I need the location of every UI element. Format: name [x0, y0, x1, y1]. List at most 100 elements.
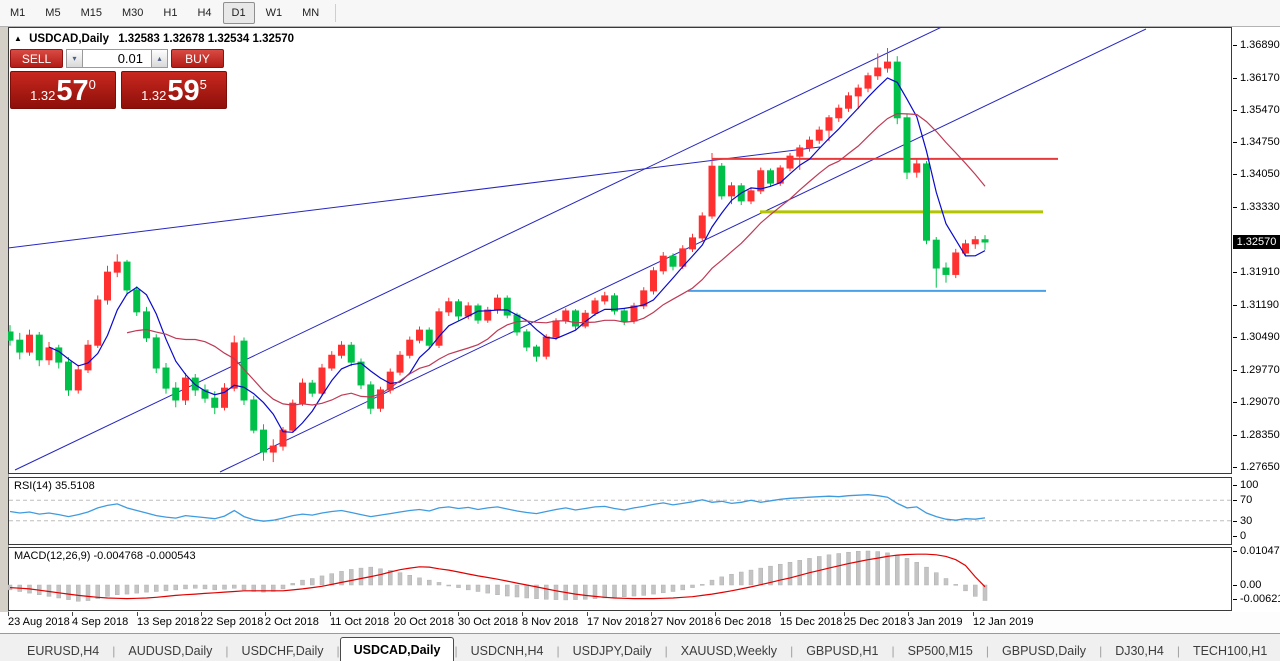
tab-audusd-daily[interactable]: AUDUSD,Daily	[115, 640, 225, 661]
macd-histogram-bar	[642, 585, 646, 595]
bear-candle	[524, 332, 530, 347]
timeframe-button-m1[interactable]: M1	[1, 2, 34, 24]
macd-histogram-bar	[301, 580, 305, 585]
date-label: 12 Jan 2019	[973, 616, 1034, 628]
tab-eurusd-h4[interactable]: EURUSD,H4	[14, 640, 112, 661]
sell-button[interactable]: SELL	[10, 49, 63, 68]
macd-histogram-bar	[349, 569, 353, 585]
macd-histogram-bar	[856, 551, 860, 585]
bull-candle	[417, 330, 423, 340]
bull-candle	[75, 370, 81, 390]
bear-candle	[719, 166, 725, 196]
date-label: 30 Oct 2018	[458, 616, 518, 628]
tab-gbpusd-daily[interactable]: GBPUSD,Daily	[989, 640, 1099, 661]
timeframe-button-h4[interactable]: H4	[188, 2, 220, 24]
bear-candle	[212, 398, 218, 407]
timeframe-toolbar: M1M5M15M30H1H4D1W1MN	[0, 0, 1280, 27]
macd-axis-label: 0.010474	[1240, 545, 1280, 557]
buy-button[interactable]: BUY	[171, 49, 224, 68]
buy-price-panel[interactable]: 1.32 59 5	[121, 71, 227, 109]
tab-gbpusd-h1[interactable]: GBPUSD,H1	[793, 640, 891, 661]
macd-histogram-bar	[437, 582, 441, 585]
volume-decrease-button[interactable]: ▾	[66, 49, 83, 68]
macd-histogram-bar	[944, 579, 948, 585]
macd-histogram-bar	[886, 553, 890, 585]
axis-tick	[1233, 174, 1237, 175]
macd-histogram-bar	[720, 577, 724, 585]
axis-tick	[1233, 435, 1237, 436]
axis-tick	[1233, 337, 1237, 338]
bull-candle	[553, 321, 559, 337]
collapse-arrow-icon[interactable]: ▲	[14, 34, 22, 43]
bull-candle	[729, 186, 735, 196]
tab-usdjpy-daily[interactable]: USDJPY,Daily	[560, 640, 665, 661]
sell-price-panel[interactable]: 1.32 57 0	[10, 71, 116, 109]
date-label: 13 Sep 2018	[137, 616, 199, 628]
macd-histogram-bar	[379, 569, 383, 585]
macd-histogram-bar	[223, 585, 227, 589]
bull-candle	[436, 312, 442, 345]
timeframe-button-h1[interactable]: H1	[154, 2, 186, 24]
macd-histogram-bar	[895, 555, 899, 585]
macd-histogram-bar	[184, 585, 188, 589]
date-label: 8 Nov 2018	[522, 616, 578, 628]
date-label: 11 Oct 2018	[330, 616, 389, 628]
bull-candle	[855, 88, 861, 96]
macd-histogram-bar	[213, 585, 217, 590]
date-label: 25 Dec 2018	[844, 616, 906, 628]
volume-increase-button[interactable]: ▴	[151, 49, 168, 68]
timeframe-button-w1[interactable]: W1	[257, 2, 292, 24]
tab-xauusd-weekly[interactable]: XAUUSD,Weekly	[668, 640, 790, 661]
axis-tick	[1233, 521, 1237, 522]
bear-candle	[173, 388, 179, 400]
axis-tick	[1233, 305, 1237, 306]
bear-candle	[534, 347, 540, 356]
bull-candle	[339, 345, 345, 355]
macd-histogram-bar	[145, 585, 149, 592]
bear-candle	[241, 341, 247, 400]
bull-candle	[797, 148, 803, 156]
bear-candle	[153, 338, 159, 368]
timeframe-button-mn[interactable]: MN	[293, 2, 328, 24]
macd-histogram-bar	[554, 585, 558, 600]
tab-dj30-h4[interactable]: DJ30,H4	[1102, 640, 1177, 661]
macd-histogram-bar	[700, 584, 704, 585]
bear-candle	[144, 312, 150, 338]
macd-histogram-bar	[847, 552, 851, 585]
timeframe-button-m15[interactable]: M15	[72, 2, 111, 24]
date-label: 4 Sep 2018	[72, 616, 128, 628]
timeframe-button-m5[interactable]: M5	[36, 2, 69, 24]
tab-usdcad-daily[interactable]: USDCAD,Daily	[340, 637, 455, 661]
bull-candle	[270, 446, 276, 452]
bull-candle	[231, 343, 237, 388]
tab-usdcnh-h4[interactable]: USDCNH,H4	[458, 640, 557, 661]
volume-input[interactable]: 0.01	[83, 49, 151, 68]
macd-histogram-bar	[934, 573, 938, 585]
bear-candle	[251, 400, 257, 430]
bear-candle	[134, 290, 140, 312]
rsi-indicator-chart[interactable]	[8, 477, 1232, 545]
macd-histogram-bar	[691, 585, 695, 588]
tab-tech100-h1[interactable]: TECH100,H1	[1180, 640, 1280, 661]
axis-tick	[1233, 272, 1237, 273]
tab-usdchf-daily[interactable]: USDCHF,Daily	[229, 640, 337, 661]
bull-candle	[807, 140, 813, 148]
price-axis-label: 1.34050	[1240, 168, 1280, 180]
axis-tick	[1233, 551, 1237, 552]
macd-histogram-bar	[408, 575, 412, 585]
price-axis: 1.368901.361701.354701.347501.340501.333…	[1232, 27, 1280, 632]
bear-candle	[573, 311, 579, 326]
bull-candle	[592, 301, 598, 313]
macd-histogram-bar	[398, 573, 402, 585]
bear-candle	[943, 268, 949, 274]
timeframe-button-m30[interactable]: M30	[113, 2, 152, 24]
tab-sp500-m15[interactable]: SP500,M15	[895, 640, 986, 661]
macd-histogram-bar	[427, 580, 431, 585]
axis-tick	[1233, 402, 1237, 403]
bull-candle	[543, 337, 549, 356]
macd-histogram-bar	[310, 579, 314, 585]
timeframe-button-d1[interactable]: D1	[223, 2, 255, 24]
date-label: 20 Oct 2018	[394, 616, 454, 628]
macd-histogram-bar	[574, 585, 578, 600]
macd-histogram-bar	[661, 585, 665, 593]
